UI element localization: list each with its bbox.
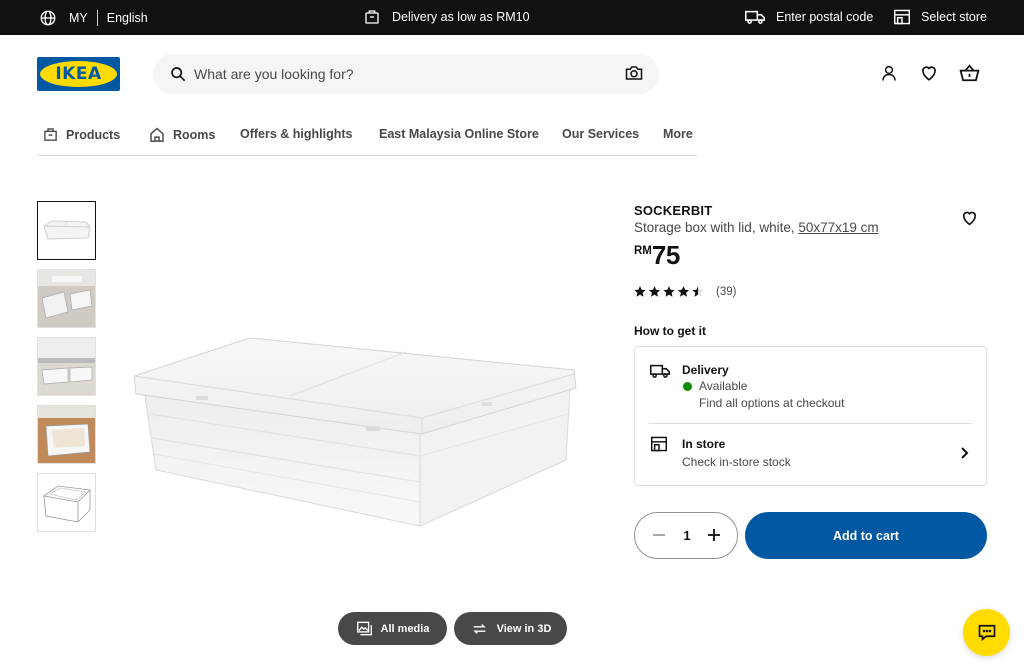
nav-label: Offers & highlights (240, 127, 353, 141)
nav-label: Products (66, 127, 121, 142)
home-icon (150, 127, 164, 142)
product-price: RM 75 (634, 240, 680, 270)
logo-oval: IKEA (40, 61, 117, 87)
view-3d-button[interactable]: View in 3D (454, 612, 567, 645)
heart-icon[interactable] (920, 64, 938, 82)
camera-icon[interactable] (625, 65, 643, 81)
thumbnail-1[interactable] (37, 201, 96, 260)
star-rating (634, 286, 704, 297)
in-store-title: In store (682, 437, 726, 451)
nav-item-east-malaysia[interactable]: East Malaysia Online Store (379, 127, 539, 141)
search-input[interactable]: What are you looking for? (194, 66, 354, 82)
thumbnail-3[interactable] (37, 337, 96, 396)
main-nav: Products Rooms Offers & highlights East … (37, 119, 697, 156)
star-icon (677, 286, 690, 297)
product-name: SOCKERBIT (634, 203, 713, 218)
top-bar: MY English Delivery as low as RM10 Enter… (0, 0, 1024, 35)
thumbnail-image (38, 270, 95, 327)
nav-label: Rooms (173, 127, 216, 142)
thumbnail-image (38, 406, 95, 463)
select-store-button[interactable]: Select store (893, 9, 987, 25)
country-code: MY (69, 11, 88, 25)
all-media-button[interactable]: All media (338, 612, 447, 645)
thumbnail-image (43, 220, 91, 240)
delivery-promo[interactable]: Delivery as low as RM10 (364, 9, 530, 25)
thumbnail-image (38, 338, 95, 395)
postal-code-label: Enter postal code (776, 10, 874, 24)
price-currency: RM (634, 245, 652, 257)
nav-item-more[interactable]: More (663, 127, 693, 141)
search-icon (171, 67, 186, 82)
in-store-row[interactable]: In store Check in-store stock (635, 424, 986, 486)
nav-label: More (663, 127, 693, 141)
rotate-3d-icon (472, 623, 486, 634)
plus-icon[interactable] (707, 528, 721, 542)
postal-code-button[interactable]: Enter postal code (745, 9, 873, 25)
delivery-note: Find all options at checkout (699, 396, 845, 410)
logo-text: IKEA (55, 64, 102, 84)
chat-button[interactable] (963, 609, 1010, 656)
review-count: (39) (716, 285, 737, 298)
in-store-note: Check in-store stock (682, 455, 791, 469)
truck-icon (650, 364, 670, 378)
delivery-status: Available (699, 379, 748, 393)
nav-item-services[interactable]: Our Services (562, 127, 639, 141)
thumbnail-4[interactable] (37, 405, 96, 464)
chat-icon (978, 624, 995, 641)
quantity-value[interactable]: 1 (681, 528, 693, 543)
all-media-label: All media (380, 622, 430, 635)
price-value: 75 (651, 240, 680, 270)
package-icon (365, 10, 379, 24)
how-to-get-it-heading: How to get it (634, 324, 706, 338)
product-type: Storage box with lid, white, (634, 220, 799, 235)
product-description: Storage box with lid, white, 50x77x19 cm (634, 220, 879, 235)
availability-box: Delivery Available Find all options at c… (634, 346, 987, 486)
nav-label: Our Services (562, 127, 640, 141)
star-icon (663, 286, 675, 297)
store-icon (894, 9, 910, 25)
add-to-cart-button[interactable]: Add to cart (745, 512, 987, 559)
star-icon (648, 286, 661, 297)
view-3d-label: View in 3D (496, 622, 552, 635)
nav-item-rooms[interactable]: Rooms (149, 127, 215, 142)
star-icon (692, 286, 704, 297)
thumbnail-image (42, 485, 91, 523)
minus-icon[interactable] (652, 528, 666, 542)
ikea-logo[interactable]: IKEA (37, 57, 120, 91)
favourite-heart-icon[interactable] (961, 210, 978, 226)
delivery-title: Delivery (682, 363, 729, 377)
search-bar[interactable]: What are you looking for? (153, 54, 659, 94)
availability-status-dot (683, 382, 692, 391)
shopping-bag-icon[interactable] (959, 63, 980, 83)
gallery-icon (356, 621, 372, 636)
divider (96, 10, 98, 26)
locale-selector[interactable]: MY English (39, 9, 148, 27)
thumbnail-5[interactable] (37, 473, 96, 532)
product-image (133, 337, 577, 527)
rating[interactable]: (39) (634, 285, 736, 298)
quantity-stepper: 1 (634, 512, 738, 559)
nav-item-products[interactable]: Products (43, 127, 120, 142)
chevron-right-icon[interactable] (960, 447, 969, 459)
globe-icon (40, 10, 56, 26)
nav-label: East Malaysia Online Store (379, 127, 539, 141)
language-label: English (106, 11, 148, 25)
product-dimensions-link[interactable]: 50x77x19 cm (798, 220, 878, 235)
select-store-label: Select store (921, 10, 988, 24)
star-icon (634, 286, 646, 297)
user-icon[interactable] (880, 64, 898, 82)
products-icon (44, 128, 57, 141)
nav-item-offers[interactable]: Offers & highlights (240, 127, 353, 141)
truck-icon (745, 10, 765, 24)
thumbnail-2[interactable] (37, 269, 96, 328)
delivery-promo-text: Delivery as low as RM10 (392, 10, 530, 24)
store-icon (651, 436, 667, 452)
